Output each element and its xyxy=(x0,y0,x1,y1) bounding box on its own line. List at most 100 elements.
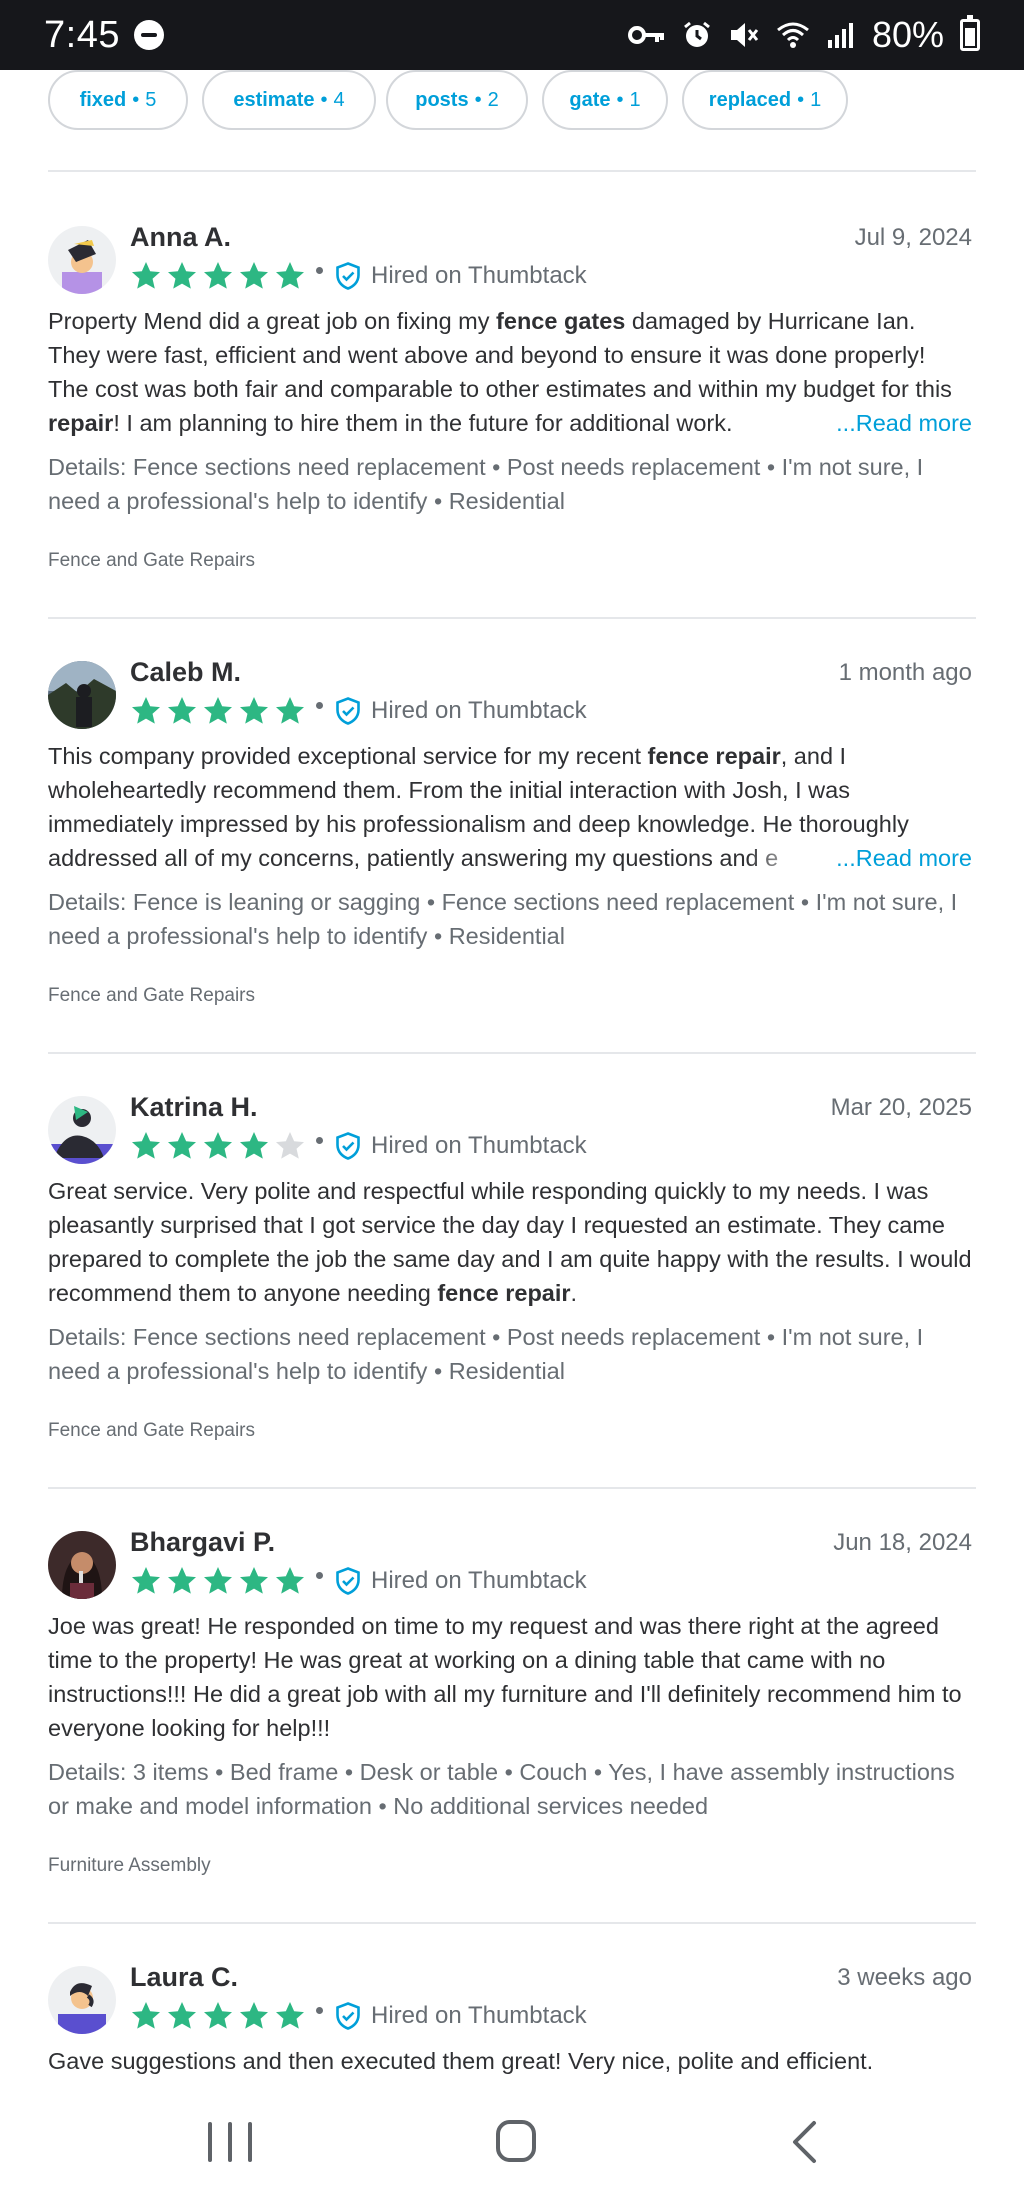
divider xyxy=(48,1922,976,1924)
hired-badge: Hired on Thumbtack xyxy=(335,1132,587,1160)
star-icon xyxy=(132,1132,160,1159)
divider xyxy=(48,170,976,172)
star-icon xyxy=(204,262,232,289)
filter-chips: fixed • 5 estimate • 4 posts • 2 gate • 1 replac… xyxy=(48,70,976,132)
review-keyword: fence repair xyxy=(647,743,781,769)
star-empty-icon xyxy=(276,1132,304,1159)
reviewer-name: Caleb M. xyxy=(130,657,242,687)
do-not-disturb-icon xyxy=(133,20,164,50)
verified-shield-icon xyxy=(336,262,360,290)
separator-dot xyxy=(316,701,323,709)
service-category: Furniture Assembly xyxy=(48,1855,211,1876)
system-nav-bar xyxy=(0,2100,1024,2196)
review-text-part: Gave suggestions and then executed them … xyxy=(48,2048,874,2074)
verified-shield-icon xyxy=(336,2002,360,2030)
recent-apps-button[interactable] xyxy=(208,2122,252,2162)
service-category: Fence and Gate Repairs xyxy=(48,550,256,571)
star-rating: Hired on Thumbtack xyxy=(130,260,587,292)
battery-icon xyxy=(960,15,980,51)
review-card: Laura C. 3 weeks ago Hired on Thumbtack … xyxy=(48,1962,972,2076)
review-text-part: . xyxy=(570,1280,578,1306)
vpn-key-icon xyxy=(627,26,664,44)
filter-chip-fixed[interactable]: fixed • 5 xyxy=(48,70,188,130)
divider xyxy=(48,1487,976,1489)
star-rating: Hired on Thumbtack xyxy=(130,1565,587,1597)
star-icon xyxy=(276,262,304,289)
star-icon xyxy=(132,262,160,289)
review-text: This company provided exceptional servic… xyxy=(48,739,972,875)
review-date: Jun 18, 2024 xyxy=(833,1529,972,1556)
separator-dot xyxy=(316,266,323,274)
review-card: Katrina H. Mar 20, 2025 Hired on Thumbta… xyxy=(48,1092,972,1452)
chip-count: 4 xyxy=(333,88,345,111)
filter-chip-replaced[interactable]: replaced • 1 xyxy=(682,70,848,130)
hired-label: Hired on Thumbtack xyxy=(371,262,587,289)
star-icon xyxy=(240,1567,268,1594)
service-category: Fence and Gate Repairs xyxy=(48,985,256,1006)
star-icon xyxy=(132,697,160,724)
star-rating: Hired on Thumbtack xyxy=(130,2000,587,2032)
review-text: Joe was great! He responded on time to m… xyxy=(48,1609,972,1745)
hired-label: Hired on Thumbtack xyxy=(371,2002,587,2029)
star-icon xyxy=(168,1567,196,1594)
review-text: Great service. Very polite and respectfu… xyxy=(48,1174,972,1310)
review-text: Gave suggestions and then executed them … xyxy=(48,2044,972,2076)
avatar xyxy=(48,226,116,294)
avatar xyxy=(48,1096,116,1164)
chip-count: 2 xyxy=(487,88,499,111)
status-bar: 7:45 80% xyxy=(0,0,1024,70)
review-card: Bhargavi P. Jun 18, 2024 Hired on Thumbt… xyxy=(48,1527,972,1887)
star-icon xyxy=(168,262,196,289)
service-category: Fence and Gate Repairs xyxy=(48,1420,256,1441)
back-button[interactable] xyxy=(790,2120,818,2164)
review-keyword: fence repair xyxy=(437,1280,571,1306)
hired-badge: Hired on Thumbtack xyxy=(335,262,587,290)
star-icon xyxy=(132,1567,160,1594)
review-keyword: repair xyxy=(48,410,114,436)
star-icon xyxy=(204,1567,232,1594)
status-time: 7:45 xyxy=(44,13,120,56)
hired-badge: Hired on Thumbtack xyxy=(335,1567,587,1595)
mute-icon xyxy=(730,23,759,47)
home-button[interactable] xyxy=(496,2120,536,2162)
review-details: Details: Fence sections need replacement… xyxy=(48,454,924,514)
reviewer-name: Laura C. xyxy=(130,1962,239,1992)
read-more-link[interactable]: ...Read more xyxy=(746,841,972,875)
filter-chip-estimate[interactable]: estimate • 4 xyxy=(202,70,376,130)
star-icon xyxy=(240,697,268,724)
filter-chip-posts[interactable]: posts • 2 xyxy=(386,70,528,130)
star-icon xyxy=(168,697,196,724)
hired-label: Hired on Thumbtack xyxy=(371,1567,587,1594)
review-card: Caleb M. 1 month ago Hired on Thumbtack … xyxy=(48,657,972,1017)
review-keyword: fence gates xyxy=(496,308,626,334)
star-icon xyxy=(240,262,268,289)
review-details: Details: Fence sections need replacement… xyxy=(48,1324,924,1384)
divider xyxy=(48,1052,976,1054)
signal-icon xyxy=(827,23,853,48)
avatar xyxy=(48,1966,116,2034)
chip-label: gate xyxy=(569,88,611,111)
star-icon xyxy=(204,1132,232,1159)
chip-count: 1 xyxy=(810,88,822,111)
status-icons: 80% xyxy=(627,14,980,56)
divider xyxy=(48,617,976,619)
chip-count: 1 xyxy=(629,88,641,111)
review-card: Anna A. Jul 9, 2024 Hired on Thumbtack P… xyxy=(48,222,972,582)
star-icon xyxy=(204,697,232,724)
avatar xyxy=(48,1531,116,1599)
read-more-link[interactable]: ...Read more xyxy=(746,406,972,440)
separator-dot xyxy=(316,1136,323,1144)
star-icon xyxy=(240,2002,268,2029)
star-icon xyxy=(276,697,304,724)
star-icon xyxy=(132,2002,160,2029)
review-date: Mar 20, 2025 xyxy=(830,1094,972,1121)
star-icon xyxy=(240,1132,268,1159)
filter-chip-gate[interactable]: gate • 1 xyxy=(542,70,668,130)
review-text: Property Mend did a great job on fixing … xyxy=(48,304,972,440)
review-date: 3 weeks ago xyxy=(837,1964,972,1991)
verified-shield-icon xyxy=(336,697,360,725)
star-icon xyxy=(168,1132,196,1159)
review-text-part: This company provided exceptional servic… xyxy=(48,743,648,769)
verified-shield-icon xyxy=(336,1567,360,1595)
reviewer-name: Katrina H. xyxy=(130,1092,258,1122)
